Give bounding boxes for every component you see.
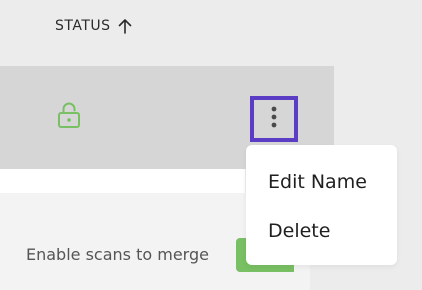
- table-row-next: [0, 169, 245, 193]
- menu-item-edit-name[interactable]: Edit Name: [268, 170, 367, 194]
- status-column-header[interactable]: STATUS: [55, 18, 132, 34]
- table-header: STATUS: [0, 0, 422, 66]
- merge-setting-label: Enable scans to merge: [26, 245, 209, 264]
- row-actions-menu: Edit Name Delete: [246, 145, 397, 265]
- row-actions-button[interactable]: [250, 96, 298, 142]
- arrow-up-icon: [118, 18, 132, 34]
- unlocked-lock-icon: [57, 102, 81, 129]
- vertical-ellipsis-icon: [271, 106, 277, 132]
- status-header-label: STATUS: [55, 18, 111, 34]
- menu-item-delete[interactable]: Delete: [268, 219, 330, 243]
